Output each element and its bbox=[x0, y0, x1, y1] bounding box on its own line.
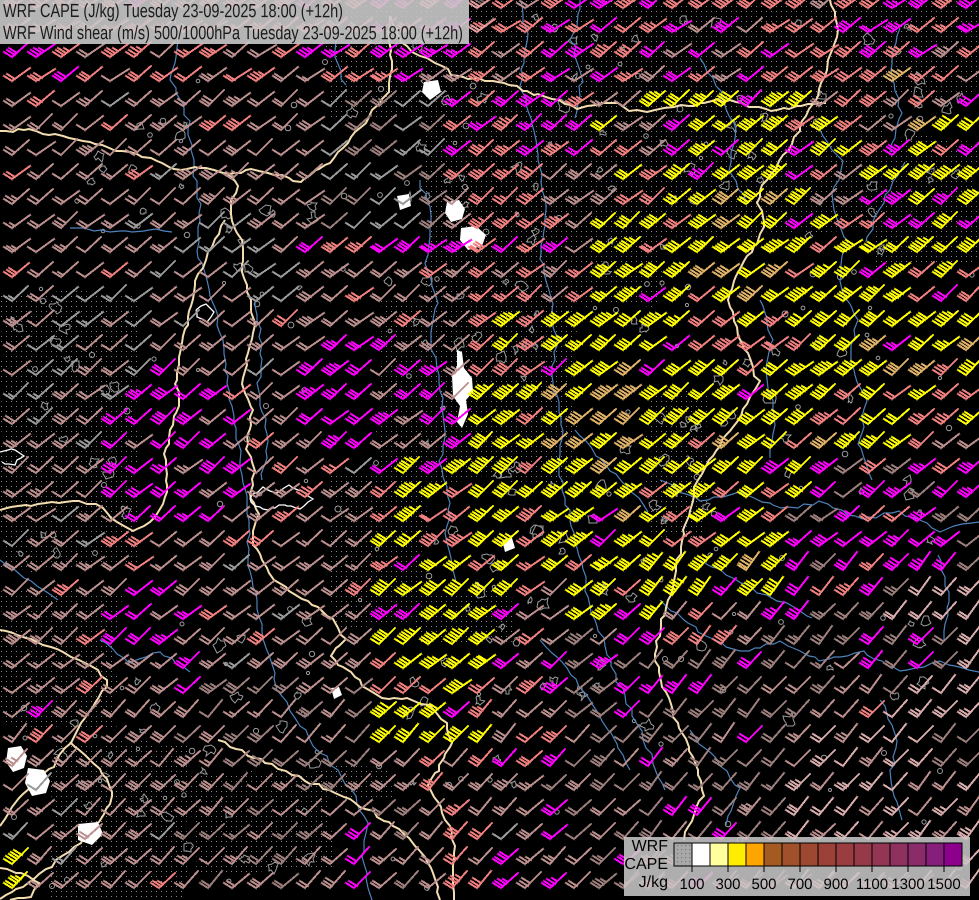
svg-text:700: 700 bbox=[787, 876, 812, 893]
svg-text:CAPE: CAPE bbox=[624, 856, 668, 873]
svg-text:J/kg: J/kg bbox=[639, 874, 668, 891]
svg-text:WRF: WRF bbox=[632, 838, 669, 855]
svg-text:1300: 1300 bbox=[891, 876, 924, 893]
svg-text:1100: 1100 bbox=[856, 876, 888, 893]
svg-text:1500: 1500 bbox=[927, 876, 960, 893]
svg-text:100: 100 bbox=[679, 876, 704, 893]
svg-text:900: 900 bbox=[823, 876, 848, 893]
svg-text:WRF CAPE (J/kg) Tuesday 23-09-: WRF CAPE (J/kg) Tuesday 23-09-2025 18:00… bbox=[3, 1, 343, 22]
svg-text:300: 300 bbox=[715, 876, 740, 893]
svg-text:WRF Wind shear (m/s) 500/1000h: WRF Wind shear (m/s) 500/1000hPa Tuesday… bbox=[3, 23, 463, 44]
svg-text:500: 500 bbox=[751, 876, 776, 893]
